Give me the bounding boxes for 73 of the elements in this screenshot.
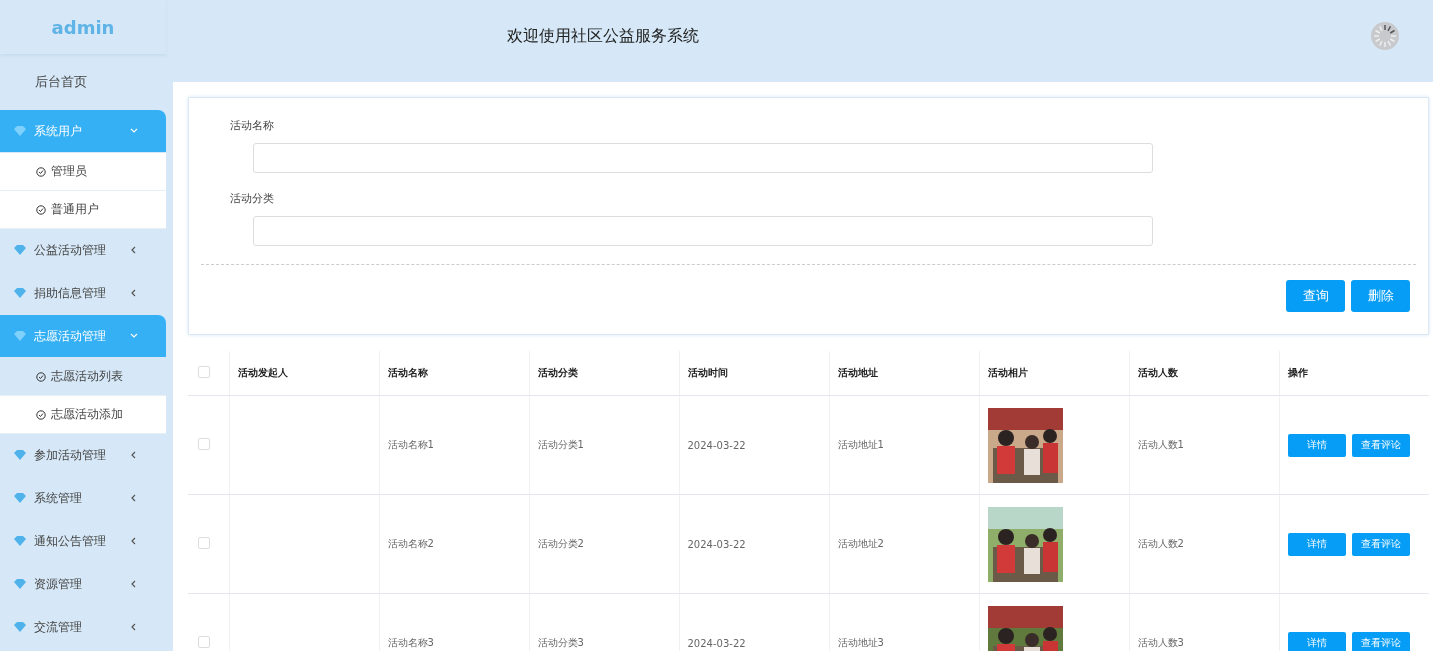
sidebar-subitem-label: 管理员 bbox=[51, 163, 87, 180]
column-header: 活动名称 bbox=[379, 351, 529, 396]
diamond-icon bbox=[14, 288, 26, 298]
table-cell: 活动名称2 bbox=[379, 494, 529, 594]
chevron-left-icon bbox=[130, 580, 138, 588]
row-checkbox[interactable] bbox=[198, 438, 210, 450]
table-cell: 2024-03-22 bbox=[679, 494, 829, 594]
loading-spinner-icon bbox=[1371, 22, 1399, 50]
select-all-checkbox[interactable] bbox=[198, 366, 210, 378]
chevron-down-icon bbox=[130, 127, 138, 135]
sidebar-subitem-label: 志愿活动列表 bbox=[51, 368, 123, 385]
field-label: 活动名称 bbox=[230, 118, 275, 133]
table-cell: 活动分类1 bbox=[529, 395, 679, 495]
sidebar-group-label: 系统用户 bbox=[34, 122, 83, 140]
table-cell: 活动地址3 bbox=[829, 593, 979, 651]
table-cell: 活动分类2 bbox=[529, 494, 679, 594]
table-cell: 活动地址1 bbox=[829, 395, 979, 495]
column-header: 活动相片 bbox=[979, 351, 1129, 396]
chevron-left-icon bbox=[130, 537, 138, 545]
chevron-left-icon bbox=[130, 246, 138, 254]
sidebar-subitem[interactable]: 普通用户 bbox=[0, 191, 166, 229]
table-cell: 活动名称3 bbox=[379, 593, 529, 651]
column-header: 操作 bbox=[1279, 351, 1429, 396]
sidebar-subitem[interactable]: 管理员 bbox=[0, 153, 166, 191]
sidebar-group-label: 参加活动管理 bbox=[34, 446, 107, 464]
table-cell: 2024-03-22 bbox=[679, 593, 829, 651]
sidebar-group-label: 志愿活动管理 bbox=[34, 327, 107, 345]
sidebar-subitem[interactable]: 志愿活动添加 bbox=[0, 396, 166, 434]
diamond-icon bbox=[14, 579, 26, 589]
check-circle-icon bbox=[36, 166, 46, 177]
column-header: 活动时间 bbox=[679, 351, 829, 396]
row-checkbox[interactable] bbox=[198, 636, 210, 648]
sidebar-group-label: 资源管理 bbox=[34, 575, 83, 593]
sidebar-subitem-label: 普通用户 bbox=[51, 201, 99, 218]
sidebar-subitem-label: 志愿活动添加 bbox=[51, 406, 123, 423]
page-title: 欢迎使用社区公益服务系统 bbox=[507, 25, 699, 47]
chevron-left-icon bbox=[130, 623, 138, 631]
sidebar-group-label: 通知公告管理 bbox=[34, 532, 107, 550]
column-header: 活动人数 bbox=[1129, 351, 1279, 396]
column-header: 活动分类 bbox=[529, 351, 679, 396]
table-cell: 活动人数3 bbox=[1129, 593, 1279, 651]
diamond-icon bbox=[14, 536, 26, 546]
check-circle-icon bbox=[36, 371, 46, 382]
sidebar-group-label: 捐助信息管理 bbox=[34, 284, 107, 302]
diamond-icon bbox=[14, 126, 26, 136]
diamond-icon bbox=[14, 245, 26, 255]
diamond-icon bbox=[14, 450, 26, 460]
table-cell: 活动人数2 bbox=[1129, 494, 1279, 594]
sidebar-group-label: 交流管理 bbox=[34, 618, 83, 636]
column-header: 活动发起人 bbox=[229, 351, 379, 396]
sidebar-group-label: 系统管理 bbox=[34, 489, 83, 507]
table-cell: 2024-03-22 bbox=[679, 395, 829, 495]
check-circle-icon bbox=[36, 204, 46, 215]
sidebar-item[interactable]: 后台首页 bbox=[0, 54, 166, 110]
diamond-icon bbox=[14, 493, 26, 503]
sidebar-group-label: 公益活动管理 bbox=[34, 241, 107, 259]
input-field[interactable] bbox=[253, 216, 1153, 246]
input-field[interactable] bbox=[253, 143, 1153, 173]
check-circle-icon bbox=[36, 409, 46, 420]
diamond-icon bbox=[14, 622, 26, 632]
table-cell: 活动地址2 bbox=[829, 494, 979, 594]
table-cell: 活动分类3 bbox=[529, 593, 679, 651]
chevron-left-icon bbox=[130, 289, 138, 297]
chevron-left-icon bbox=[130, 451, 138, 459]
sidebar-title: admin bbox=[0, 0, 166, 54]
diamond-icon bbox=[14, 331, 26, 341]
chevron-down-icon bbox=[130, 332, 138, 340]
table-cell: 活动名称1 bbox=[379, 395, 529, 495]
row-checkbox[interactable] bbox=[198, 537, 210, 549]
chevron-left-icon bbox=[130, 494, 138, 502]
column-header: 活动地址 bbox=[829, 351, 979, 396]
field-label: 活动分类 bbox=[230, 191, 275, 206]
table-cell: 活动人数1 bbox=[1129, 395, 1279, 495]
